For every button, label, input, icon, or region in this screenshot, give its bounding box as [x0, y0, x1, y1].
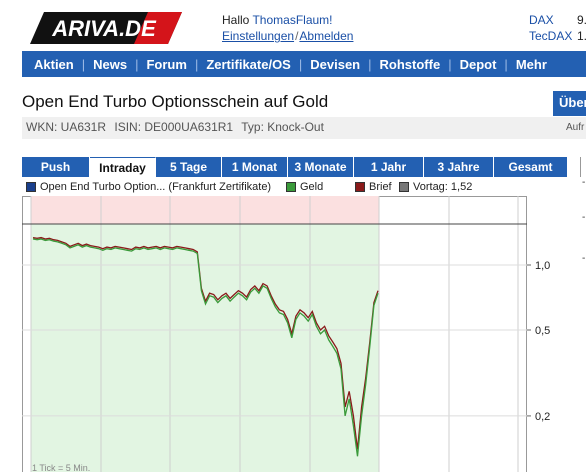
typ: Typ: Knock-Out: [241, 120, 324, 134]
tab-1-jahr[interactable]: 1 Jahr: [354, 157, 424, 177]
settings-link[interactable]: Einstellungen: [222, 29, 294, 43]
legend-vortag: Vortag: 1,52: [399, 181, 472, 193]
greeting: Hallo ThomasFlaum!: [222, 13, 333, 27]
nav-item-aktien[interactable]: Aktien: [26, 57, 82, 72]
y-tick-label: 0,2: [535, 411, 550, 423]
nav-item-forum[interactable]: Forum: [138, 57, 194, 72]
index-value: 9.: [577, 13, 586, 27]
security-meta: WKN: UA631R ISIN: DE000UA631R1 Typ: Knoc…: [22, 117, 586, 139]
side-mark: -: [582, 212, 586, 223]
nav-item-depot[interactable]: Depot: [452, 57, 505, 72]
tab-5-tage[interactable]: 5 Tage: [156, 157, 222, 177]
side-mark: -: [582, 253, 586, 264]
legend-brief: Brief: [355, 181, 392, 193]
side-mark: -: [582, 177, 586, 188]
legend-swatch-brief: [355, 182, 365, 192]
chart-footnote: 1 Tick = 5 Min.: [32, 463, 90, 472]
nav-item-rohstoffe[interactable]: Rohstoffe: [372, 57, 449, 72]
legend-swatch-vortag: [399, 182, 409, 192]
greeting-prefix: Hallo: [222, 13, 253, 27]
legend-swatch-main: [26, 182, 36, 192]
ariva-logo[interactable]: ARIVA.DE: [30, 12, 182, 44]
timeframe-tabs: Push Intraday 5 Tage 1 Monat 3 Monate 1 …: [22, 157, 567, 177]
legend-geld: Geld: [286, 181, 323, 193]
tab-3-jahre[interactable]: 3 Jahre: [424, 157, 494, 177]
y-tick-label: 1,0: [535, 260, 550, 272]
header: ARIVA.DE Hallo ThomasFlaum! Einstellunge…: [0, 0, 586, 50]
tab-1-monat[interactable]: 1 Monat: [222, 157, 288, 177]
index-tecdax[interactable]: TecDAX 1.: [529, 29, 586, 43]
user-name[interactable]: ThomasFlaum!: [252, 13, 332, 27]
legend-swatch-geld: [286, 182, 296, 192]
legend-main: Open End Turbo Option... (Frankfurt Zert…: [26, 181, 271, 193]
account-links: Einstellungen/Abmelden: [222, 29, 353, 43]
side-panel-edge: [580, 157, 586, 177]
isin: ISIN: DE000UA631R1: [114, 120, 234, 134]
tab-push[interactable]: Push: [22, 157, 90, 177]
index-name: DAX: [529, 13, 554, 27]
index-name: TecDAX: [529, 29, 573, 43]
wkn: WKN: UA631R: [26, 120, 107, 134]
index-dax[interactable]: DAX 9.: [529, 13, 586, 27]
tab-3-monate[interactable]: 3 Monate: [288, 157, 354, 177]
logo-text: ARIVA.DE: [51, 16, 157, 41]
area-above-vortag: [31, 196, 379, 224]
y-tick-label: 0,5: [535, 325, 550, 337]
nav-item-news[interactable]: News: [85, 57, 135, 72]
intraday-chart[interactable]: 1,0 0,5 0,2 1 Tick = 5 Min.: [22, 196, 567, 472]
aufr-label: Aufr: [566, 122, 585, 133]
page-title: Open End Turbo Optionsschein auf Gold: [22, 92, 329, 111]
main-nav: Aktien | News | Forum | Zertifikate/OS | Dev…: [22, 51, 586, 77]
logout-link[interactable]: Abmelden: [299, 29, 353, 43]
nav-item-mehr[interactable]: Mehr: [508, 57, 555, 72]
nav-item-zertifikate[interactable]: Zertifikate/OS: [198, 57, 299, 72]
link-separator: /: [295, 29, 299, 43]
tab-gesamt[interactable]: Gesamt: [494, 157, 567, 177]
area-below-vortag: [31, 224, 379, 472]
index-value: 1.: [577, 29, 586, 43]
uber-button[interactable]: Über: [553, 91, 586, 116]
tab-intraday[interactable]: Intraday: [90, 157, 156, 177]
nav-item-devisen[interactable]: Devisen: [302, 57, 368, 72]
